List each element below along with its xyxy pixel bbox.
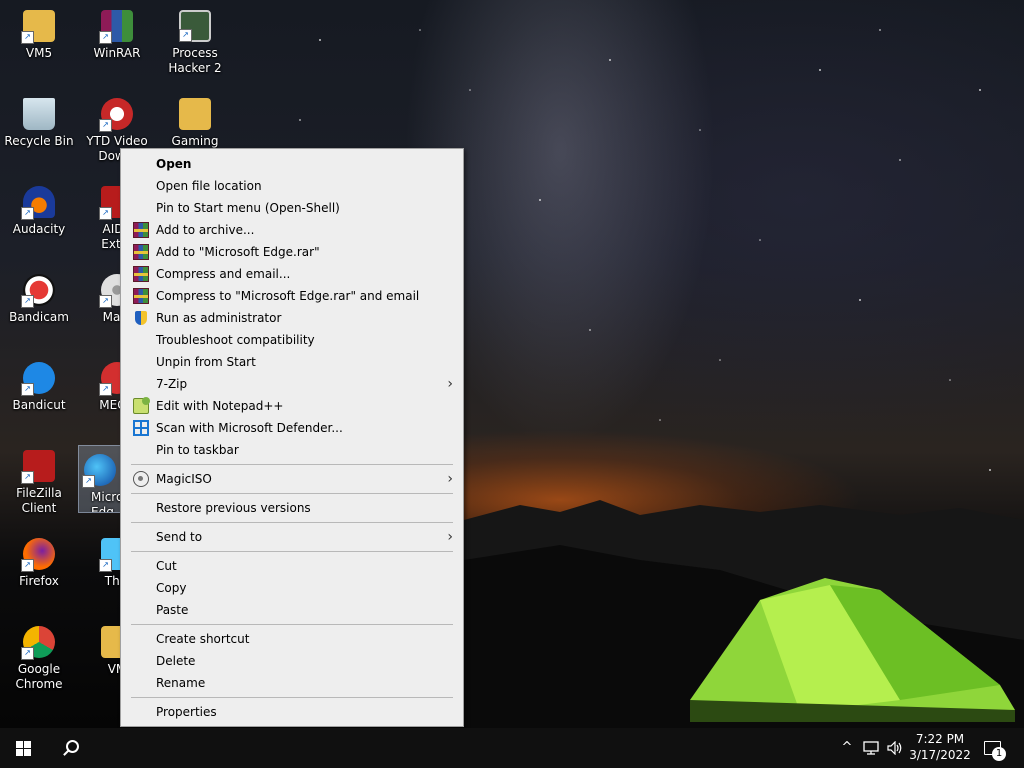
notepad-plus-plus-icon [133,397,150,414]
menu-item-create-shortcut[interactable]: Create shortcut [123,628,461,650]
search-button[interactable] [48,728,96,768]
menu-item-rename[interactable]: Rename [123,672,461,694]
winrar-icon [133,288,149,304]
folder-icon [179,98,211,130]
menu-separator [131,551,453,552]
winrar-icon [133,266,149,282]
bandicam-icon: ↗ [21,274,55,308]
menu-item-properties[interactable]: Properties [123,701,461,723]
chevron-right-icon: › [447,471,453,487]
network-icon [863,741,879,755]
menu-item-add-to-archive[interactable]: Add to archive... [123,219,461,241]
desktop-icon-vm5[interactable]: ↗ VM5 [1,2,77,61]
clock-time: 7:22 PM [915,732,965,746]
menu-separator [131,697,453,698]
chevron-right-icon: › [447,529,453,545]
desktop-icon-bandicam[interactable]: ↗ Bandicam [1,266,77,325]
menu-separator [131,522,453,523]
start-button[interactable] [0,728,48,768]
winrar-icon: ↗ [99,10,133,44]
chevron-up-icon: ^ [841,740,853,755]
menu-item-scan-with-defender[interactable]: Scan with Microsoft Defender... [123,417,461,439]
filezilla-icon: ↗ [21,450,55,484]
chrome-icon: ↗ [21,626,55,660]
desktop-icon-recycle-bin[interactable]: Recycle Bin [1,90,77,149]
menu-item-paste[interactable]: Paste [123,599,461,621]
menu-item-edit-with-notepad-plus-plus[interactable]: Edit with Notepad++ [123,395,461,417]
firefox-icon: ↗ [21,538,55,572]
menu-separator [131,464,453,465]
menu-separator [131,624,453,625]
desktop-icon-firefox[interactable]: ↗ Firefox [1,530,77,589]
menu-item-troubleshoot-compatibility[interactable]: Troubleshoot compatibility [123,329,461,351]
magiciso-icon [133,471,149,487]
menu-item-restore-previous-versions[interactable]: Restore previous versions [123,497,461,519]
volume-button[interactable] [884,728,906,768]
network-button[interactable] [860,728,882,768]
clock[interactable]: 7:22 PM 3/17/2022 [904,731,976,763]
menu-item-magiciso[interactable]: MagicISO › [123,468,461,490]
winrar-icon [133,222,149,238]
context-menu: Open Open file location Pin to Start men… [120,148,464,727]
desktop-icon-audacity[interactable]: ↗ Audacity [1,178,77,237]
search-icon [66,740,79,753]
menu-item-open-file-location[interactable]: Open file location [123,175,461,197]
menu-item-compress-and-email[interactable]: Compress and email... [123,263,461,285]
menu-item-send-to[interactable]: Send to › [123,526,461,548]
edge-icon: ↗ [82,454,116,488]
menu-item-pin-to-start-menu[interactable]: Pin to Start menu (Open-Shell) [123,197,461,219]
taskbar: ^ 7:22 PM 3/17/2022 1 [0,728,1024,768]
defender-icon [133,420,149,436]
menu-item-add-to-rar[interactable]: Add to "Microsoft Edge.rar" [123,241,461,263]
audacity-icon: ↗ [21,186,55,220]
tray-overflow-button[interactable]: ^ [836,728,858,768]
bandicut-icon: ↗ [21,362,55,396]
speaker-icon [887,740,902,756]
menu-item-compress-to-rar-and-email[interactable]: Compress to "Microsoft Edge.rar" and ema… [123,285,461,307]
chevron-right-icon: › [447,376,453,392]
desktop-icon-process-hacker[interactable]: ↗ Process Hacker 2 [157,2,233,76]
desktop-icon-bandicut[interactable]: ↗ Bandicut [1,354,77,413]
notification-badge: 1 [992,747,1006,761]
desktop-icon-chrome[interactable]: ↗ Google Chrome [1,618,77,692]
menu-item-open[interactable]: Open [123,153,461,175]
menu-item-pin-to-taskbar[interactable]: Pin to taskbar [123,439,461,461]
uac-shield-icon [133,310,149,326]
winrar-icon [133,244,149,260]
process-hacker-icon: ↗ [179,10,211,42]
clock-date: 3/17/2022 [909,748,971,762]
menu-item-7-zip[interactable]: 7-Zip › [123,373,461,395]
windows-logo-icon [16,741,31,756]
desktop-icon-winrar[interactable]: ↗ WinRAR [79,2,155,61]
menu-item-unpin-from-start[interactable]: Unpin from Start [123,351,461,373]
ytd-icon: ↗ [99,98,133,132]
folder-icon: ↗ [21,10,55,44]
desktop-icon-filezilla[interactable]: ↗ FileZilla Client [1,442,77,516]
menu-item-delete[interactable]: Delete [123,650,461,672]
menu-item-run-as-administrator[interactable]: Run as administrator [123,307,461,329]
desktop-icon-gaming[interactable]: Gaming [157,90,233,149]
notification-center-button[interactable]: 1 [980,728,1024,768]
recycle-bin-icon [23,98,55,130]
menu-item-copy[interactable]: Copy [123,577,461,599]
menu-item-cut[interactable]: Cut [123,555,461,577]
desktop-icon-microsoft-edge[interactable]: ↗ Micro Edg [78,445,122,513]
menu-separator [131,493,453,494]
